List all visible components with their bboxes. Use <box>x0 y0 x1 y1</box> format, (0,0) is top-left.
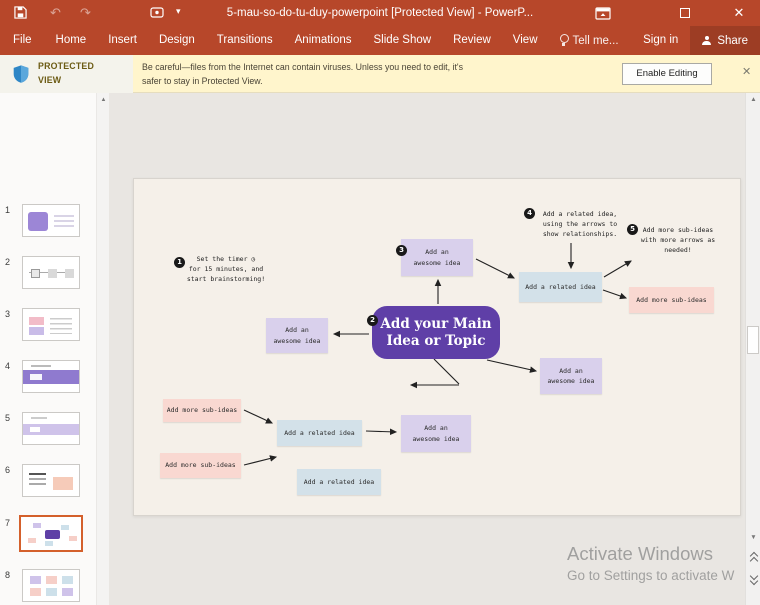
current-slide: Add an awesome idea Add a related idea A… <box>133 178 741 516</box>
sticky-note-idea[interactable]: Add an awesome idea <box>401 239 473 276</box>
step-text-4: Add a related idea, using the arrows to … <box>542 210 618 239</box>
tab-design[interactable]: Design <box>148 26 206 55</box>
thumbnail-preview <box>22 204 80 237</box>
activate-windows-watermark: Activate Windows <box>567 543 713 564</box>
slide-number: 6 <box>4 465 10 475</box>
tab-insert[interactable]: Insert <box>97 26 148 55</box>
protected-view-label: PROTECTED VIEW <box>38 61 95 85</box>
close-button[interactable]: ✕ <box>724 0 754 26</box>
step-text-5: Add more sub-ideas with more arrows as n… <box>640 226 716 255</box>
tab-view[interactable]: View <box>502 26 549 55</box>
slide-thumbnail-4[interactable]: 4 <box>0 360 96 400</box>
sticky-note-related[interactable]: Add a related idea <box>297 469 381 495</box>
slide-thumbnail-2[interactable]: 2 <box>0 256 96 296</box>
slide-thumbnail-panel: 1 2 3 4 5 6 7 8 <box>0 93 96 605</box>
sticky-note-idea[interactable]: Add an awesome idea <box>540 358 602 394</box>
sticky-note-related[interactable]: Add a related idea <box>519 272 602 302</box>
main-topic-shape[interactable]: Add your Main Idea or Topic <box>372 306 500 359</box>
tab-slide-show[interactable]: Slide Show <box>363 26 443 55</box>
scroll-up-icon[interactable]: ▲ <box>746 93 760 107</box>
slide-thumbnail-1[interactable]: 1 <box>0 204 96 244</box>
tell-me-box[interactable]: Tell me... <box>549 26 629 55</box>
step-text-1: Set the timer ◷ for 15 minutes, and star… <box>186 255 266 284</box>
slide-number: 4 <box>4 361 10 371</box>
scrollbar-thumb[interactable] <box>747 326 759 354</box>
step-badge-1: 1 <box>174 257 185 268</box>
step-badge-3: 3 <box>396 245 407 256</box>
window-title: 5-mau-so-do-tu-duy-powerpoint [Protected… <box>226 7 534 19</box>
ribbon-display-options-icon[interactable] <box>590 0 616 26</box>
slide-thumbnail-6[interactable]: 6 <box>0 464 96 504</box>
tab-review[interactable]: Review <box>442 26 502 55</box>
slide-number: 1 <box>4 205 10 215</box>
protected-view-label-area: PROTECTED VIEW <box>0 55 133 93</box>
powerpoint-window: ↶ ↷ ▾ 5-mau-so-do-tu-duy-powerpoint [Pro… <box>0 0 760 605</box>
sticky-note-sub[interactable]: Add more sub-ideas <box>160 453 241 478</box>
sticky-note-idea[interactable]: Add an awesome idea <box>266 318 328 353</box>
protected-view-message: Be careful—files from the Internet can c… <box>142 62 463 87</box>
slide-number: 3 <box>4 309 10 319</box>
slide-number: 8 <box>4 570 10 580</box>
restore-button[interactable] <box>672 0 698 26</box>
share-label: Share <box>717 34 748 47</box>
slide-thumbnail-3[interactable]: 3 <box>0 308 96 348</box>
slide-number: 5 <box>4 413 10 423</box>
thumbnail-preview <box>22 360 80 393</box>
previous-slide-button[interactable] <box>746 548 760 567</box>
sticky-note-sub[interactable]: Add more sub-ideas <box>629 287 714 313</box>
next-slide-button[interactable] <box>746 570 760 589</box>
activate-windows-watermark-sub: Go to Settings to activate W <box>567 568 735 583</box>
slide-thumbnail-8[interactable]: 8 <box>0 569 96 605</box>
slide-thumbnail-5[interactable]: 5 <box>0 412 96 452</box>
title-bar: ↶ ↷ ▾ 5-mau-so-do-tu-duy-powerpoint [Pro… <box>0 0 760 26</box>
step-badge-2: 2 <box>367 315 378 326</box>
thumbnail-preview <box>19 515 83 552</box>
tab-transitions[interactable]: Transitions <box>206 26 284 55</box>
thumbnail-preview <box>22 412 80 445</box>
banner-close-icon[interactable]: ✕ <box>742 65 751 78</box>
main-scrollbar[interactable]: ▲ ▼ <box>745 93 760 605</box>
ribbon-tab-bar: File Home Insert Design Transitions Anim… <box>0 26 760 55</box>
tab-home[interactable]: Home <box>45 26 98 55</box>
thumbnail-preview <box>22 256 80 289</box>
sticky-note-sub[interactable]: Add more sub-ideas <box>163 399 241 422</box>
step-badge-5: 5 <box>627 224 638 235</box>
thumbnail-scrollbar[interactable]: ▲ <box>96 93 109 605</box>
step-badge-4: 4 <box>524 208 535 219</box>
slide-number: 7 <box>4 518 10 528</box>
person-icon <box>702 35 712 46</box>
scroll-down-icon[interactable]: ▼ <box>746 531 760 545</box>
sign-in-link[interactable]: Sign in <box>631 26 690 55</box>
lightbulb-icon <box>559 34 569 47</box>
thumbnail-preview <box>22 308 80 341</box>
slide-thumbnail-7-selected[interactable]: 7 <box>0 515 96 557</box>
sticky-note-idea[interactable]: Add an awesome idea <box>401 415 471 452</box>
shield-icon <box>12 64 30 89</box>
enable-editing-button[interactable]: Enable Editing <box>622 63 712 85</box>
tab-file[interactable]: File <box>0 26 45 55</box>
share-button[interactable]: Share <box>690 26 760 55</box>
tab-animations[interactable]: Animations <box>284 26 363 55</box>
sticky-note-related[interactable]: Add a related idea <box>277 420 362 446</box>
thumbnail-preview <box>22 569 80 602</box>
thumbnail-preview <box>22 464 80 497</box>
slide-number: 2 <box>4 257 10 267</box>
tell-me-label: Tell me... <box>572 34 619 47</box>
protected-view-banner: PROTECTED VIEW Be careful—files from the… <box>0 55 760 93</box>
